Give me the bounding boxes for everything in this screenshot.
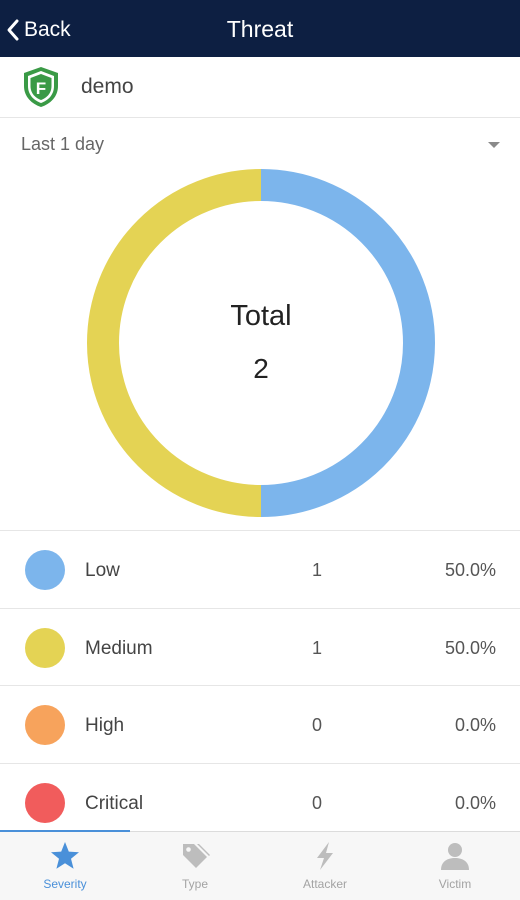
severity-percent: 0.0% bbox=[454, 715, 496, 735]
star-icon bbox=[51, 842, 79, 869]
page-title: Threat bbox=[226, 16, 294, 42]
severity-label: Critical bbox=[85, 792, 144, 814]
device-header: F demo bbox=[0, 57, 520, 118]
severity-dot bbox=[25, 550, 65, 590]
severity-count: 0 bbox=[311, 715, 322, 735]
tab-label: Attacker bbox=[302, 877, 347, 891]
person-icon bbox=[441, 843, 469, 870]
severity-label: High bbox=[85, 715, 125, 736]
donut-svg bbox=[87, 169, 435, 517]
tab-victim[interactable]: Victim bbox=[390, 832, 520, 900]
nav-bar: Back Threat bbox=[0, 0, 520, 57]
tab-label: Victim bbox=[438, 877, 472, 891]
severity-percent: 0.0% bbox=[454, 792, 496, 813]
bottom-tab-bar: Severity Type Attacker Victim bbox=[0, 830, 520, 900]
tab-label: Type bbox=[181, 877, 208, 891]
severity-percent: 50.0% bbox=[444, 637, 496, 658]
tab-label: Severity bbox=[43, 877, 87, 891]
severity-count: 0 bbox=[311, 792, 322, 813]
tab-severity[interactable]: Severity bbox=[0, 832, 130, 900]
severity-label: Low bbox=[85, 560, 120, 581]
severity-count: 1 bbox=[311, 637, 322, 658]
severity-legend: Low 1 50.0% Medium 1 50.0% High 0 0.0% C… bbox=[0, 530, 520, 840]
device-name: demo bbox=[81, 75, 134, 98]
lightning-icon bbox=[317, 842, 333, 870]
legend-row-low[interactable]: Low 1 50.0% bbox=[0, 530, 520, 608]
tag-icon bbox=[183, 844, 210, 868]
tab-type[interactable]: Type bbox=[130, 832, 260, 900]
donut-slice-low[interactable] bbox=[260, 169, 435, 517]
legend-row-critical[interactable]: Critical 0 0.0% bbox=[0, 762, 520, 841]
caret-down-icon bbox=[488, 142, 500, 148]
chart-center-value: 2 bbox=[253, 353, 269, 384]
legend-row-medium[interactable]: Medium 1 50.0% bbox=[0, 607, 520, 686]
donut-slice-medium[interactable] bbox=[87, 169, 262, 517]
severity-percent: 50.0% bbox=[444, 560, 496, 580]
period-select[interactable]: Last 1 day bbox=[0, 118, 520, 170]
severity-dot bbox=[25, 627, 65, 668]
severity-dot bbox=[25, 782, 65, 823]
fortinet-shield-icon: F bbox=[24, 67, 58, 107]
severity-donut-chart: Total 2 bbox=[86, 168, 436, 518]
tab-attacker[interactable]: Attacker bbox=[260, 832, 390, 900]
period-selected-value: Last 1 day bbox=[21, 134, 105, 154]
chart-center-title: Total bbox=[230, 300, 292, 332]
severity-dot bbox=[25, 705, 65, 745]
severity-count: 1 bbox=[311, 560, 322, 580]
legend-row-high[interactable]: High 0 0.0% bbox=[0, 685, 520, 763]
logo-letter: F bbox=[36, 79, 46, 98]
severity-label: Medium bbox=[85, 637, 153, 659]
